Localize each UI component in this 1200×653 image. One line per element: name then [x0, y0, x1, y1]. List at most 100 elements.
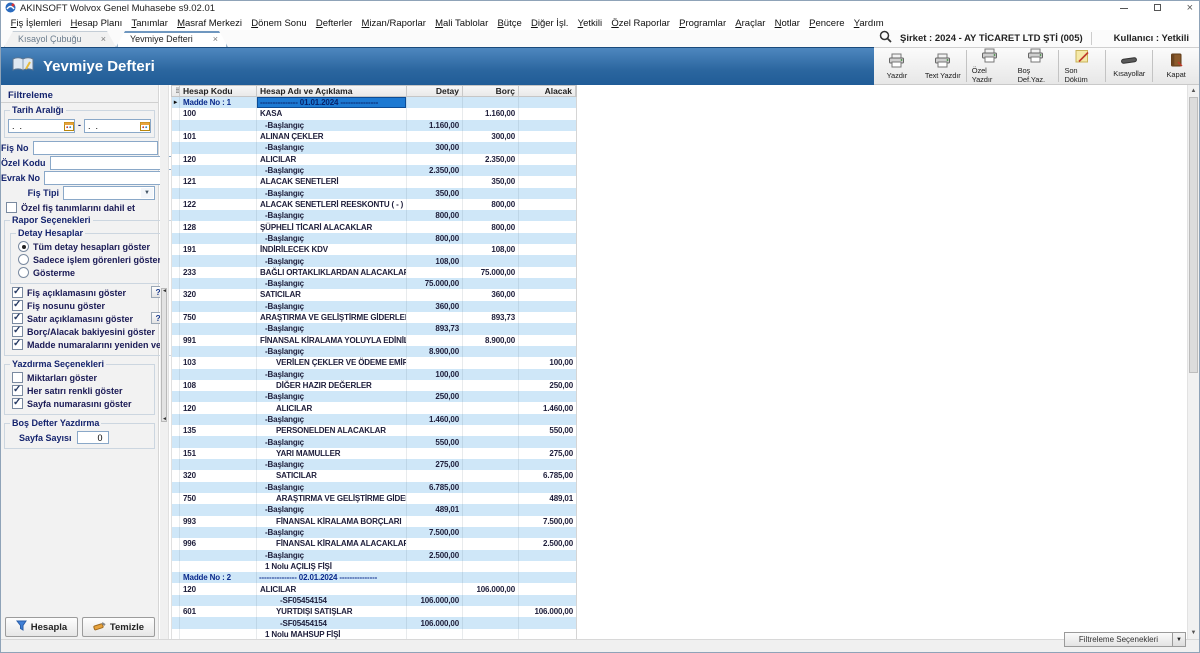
cell-detay[interactable]: 550,00 [407, 436, 463, 447]
cell-hesap-adi[interactable]: ALICILAR [257, 402, 407, 413]
cell-hesap-adi[interactable]: -Başlangıç [257, 414, 407, 425]
cell-borc[interactable] [463, 504, 519, 515]
cell-hesap-kodu[interactable] [180, 323, 257, 334]
cell-detay[interactable] [407, 289, 463, 300]
table-row[interactable]: 128ŞÜPHELİ TİCARİ ALACAKLAR800,00 [172, 221, 576, 232]
cell-hesap-kodu[interactable]: Madde No : 1 [180, 97, 257, 108]
cell-detay[interactable] [407, 199, 463, 210]
checkbox[interactable] [12, 300, 23, 311]
menu-item[interactable]: Özel Raporlar [607, 18, 675, 29]
cell-alacak[interactable] [519, 267, 576, 278]
cell-hesap-adi[interactable]: --------------- 01.01.2024 -------------… [257, 97, 407, 108]
cell-borc[interactable] [463, 255, 519, 266]
table-row[interactable]: 120ALICILAR1.460,00 [172, 402, 576, 413]
cell-borc[interactable]: 108,00 [463, 244, 519, 255]
cell-borc[interactable]: 893,73 [463, 312, 519, 323]
cell-borc[interactable] [463, 516, 519, 527]
cell-hesap-kodu[interactable] [180, 142, 257, 153]
radio-button[interactable] [18, 267, 29, 278]
cell-borc[interactable] [463, 391, 519, 402]
table-row[interactable]: -Başlangıç100,00 [172, 369, 576, 380]
table-row[interactable]: 108DİĞER HAZIR DEĞERLER250,00 [172, 380, 576, 391]
cell-hesap-kodu[interactable] [180, 210, 257, 221]
cell-detay[interactable] [407, 244, 463, 255]
cell-hesap-kodu[interactable] [180, 550, 257, 561]
cell-alacak[interactable]: 275,00 [519, 448, 576, 459]
cell-hesap-adi[interactable]: BAĞLI ORTAKLIKLARDAN ALACAKLAR ( U.V ) [257, 267, 407, 278]
menu-item[interactable]: Dönem Sonu [247, 18, 312, 29]
cell-borc[interactable] [463, 188, 519, 199]
cell-alacak[interactable] [519, 233, 576, 244]
cell-detay[interactable]: 300,00 [407, 142, 463, 153]
menu-item[interactable]: Fiş İşlemleri [6, 18, 66, 29]
cell-alacak[interactable] [519, 583, 576, 594]
cell-alacak[interactable]: 106.000,00 [519, 606, 576, 617]
table-row[interactable]: -Başlangıç893,73 [172, 323, 576, 334]
table-row[interactable]: 135PERSONELDEN ALACAKLAR550,00 [172, 425, 576, 436]
cell-hesap-kodu[interactable]: 996 [180, 538, 257, 549]
cell-detay[interactable] [407, 425, 463, 436]
cell-detay[interactable]: 108,00 [407, 255, 463, 266]
cell-hesap-adi[interactable]: -Başlangıç [257, 301, 407, 312]
toolbar-button-text-yazd-r[interactable]: Text Yazdır [920, 48, 966, 84]
calendar-icon[interactable] [140, 118, 150, 136]
calendar-icon[interactable] [64, 118, 74, 136]
scroll-down-icon[interactable]: ▼ [1188, 627, 1199, 639]
cell-hesap-adi[interactable]: DİĞER HAZIR DEĞERLER [257, 380, 407, 391]
table-row[interactable]: 991FİNANSAL KİRALAMA YOLUYLA EDİNİLEN VA… [172, 335, 576, 346]
checkbox[interactable] [12, 326, 23, 337]
cell-alacak[interactable] [519, 323, 576, 334]
table-row[interactable]: 100KASA1.160,00 [172, 108, 576, 119]
cell-detay[interactable]: 106.000,00 [407, 595, 463, 606]
table-row[interactable]: 191İNDİRİLECEK KDV108,00 [172, 244, 576, 255]
cell-hesap-kodu[interactable] [180, 595, 257, 606]
cell-borc[interactable] [463, 448, 519, 459]
cell-hesap-adi[interactable]: ALICILAR [257, 154, 407, 165]
cell-hesap-adi[interactable]: -Başlangıç [257, 278, 407, 289]
panel-splitter[interactable]: ◄ ◄ [160, 85, 169, 639]
cell-alacak[interactable]: 489,01 [519, 493, 576, 504]
cell-hesap-adi[interactable]: YARI MAMULLER [257, 448, 407, 459]
cell-detay[interactable]: 275,00 [407, 459, 463, 470]
table-row[interactable]: -SF05454154106.000,00 [172, 617, 576, 628]
collapse-arrow-icon[interactable]: ◄ [162, 416, 167, 422]
cell-borc[interactable]: 8.900,00 [463, 335, 519, 346]
cell-hesap-kodu[interactable] [180, 301, 257, 312]
table-row[interactable]: 996FİNANSAL KİRALAMA ALACAKLARI2.500,00 [172, 538, 576, 549]
cell-borc[interactable]: 75.000,00 [463, 267, 519, 278]
cell-alacak[interactable] [519, 482, 576, 493]
cell-alacak[interactable] [519, 120, 576, 131]
cell-hesap-adi[interactable]: KASA [257, 108, 407, 119]
table-row[interactable]: -Başlangıç550,00 [172, 436, 576, 447]
cell-hesap-kodu[interactable] [180, 255, 257, 266]
cell-alacak[interactable] [519, 414, 576, 425]
cell-hesap-kodu[interactable]: 233 [180, 267, 257, 278]
cell-hesap-adi[interactable]: --------------- 02.01.2024 -------------… [257, 572, 407, 583]
cell-hesap-adi[interactable]: ŞÜPHELİ TİCARİ ALACAKLAR [257, 221, 407, 232]
menu-item[interactable]: Yetkili [573, 18, 607, 29]
cell-borc[interactable]: 800,00 [463, 221, 519, 232]
cell-hesap-adi[interactable]: -Başlangıç [257, 504, 407, 515]
menu-item[interactable]: Programlar [675, 18, 731, 29]
cell-borc[interactable] [463, 346, 519, 357]
column-header-4[interactable]: Borç [463, 86, 519, 96]
cell-alacak[interactable] [519, 617, 576, 628]
column-header-1[interactable]: Hesap Kodu [180, 86, 257, 96]
cell-hesap-adi[interactable]: -Başlangıç [257, 346, 407, 357]
toolbar-button-k-sayollar[interactable]: Kısayollar [1106, 48, 1152, 84]
table-row[interactable]: 320SATICILAR360,00 [172, 289, 576, 300]
cell-alacak[interactable] [519, 97, 576, 108]
checkbox[interactable] [12, 287, 23, 298]
menu-item[interactable]: Yardım [849, 18, 888, 29]
cell-detay[interactable] [407, 448, 463, 459]
cell-detay[interactable] [407, 221, 463, 232]
cell-alacak[interactable] [519, 550, 576, 561]
table-scrollbar[interactable]: ▲ ▼ [1187, 85, 1199, 639]
cell-hesap-adi[interactable]: ARAŞTIRMA VE GELİŞTİRME GİDERLERİ [257, 312, 407, 323]
cell-borc[interactable] [463, 493, 519, 504]
cell-hesap-adi[interactable]: ALACAK SENETLERİ [257, 176, 407, 187]
cell-borc[interactable]: 800,00 [463, 199, 519, 210]
cell-borc[interactable] [463, 380, 519, 391]
table-row[interactable]: 103VERİLEN ÇEKLER VE ÖDEME EMİRLERİ HE10… [172, 357, 576, 368]
cell-hesap-kodu[interactable]: 100 [180, 108, 257, 119]
